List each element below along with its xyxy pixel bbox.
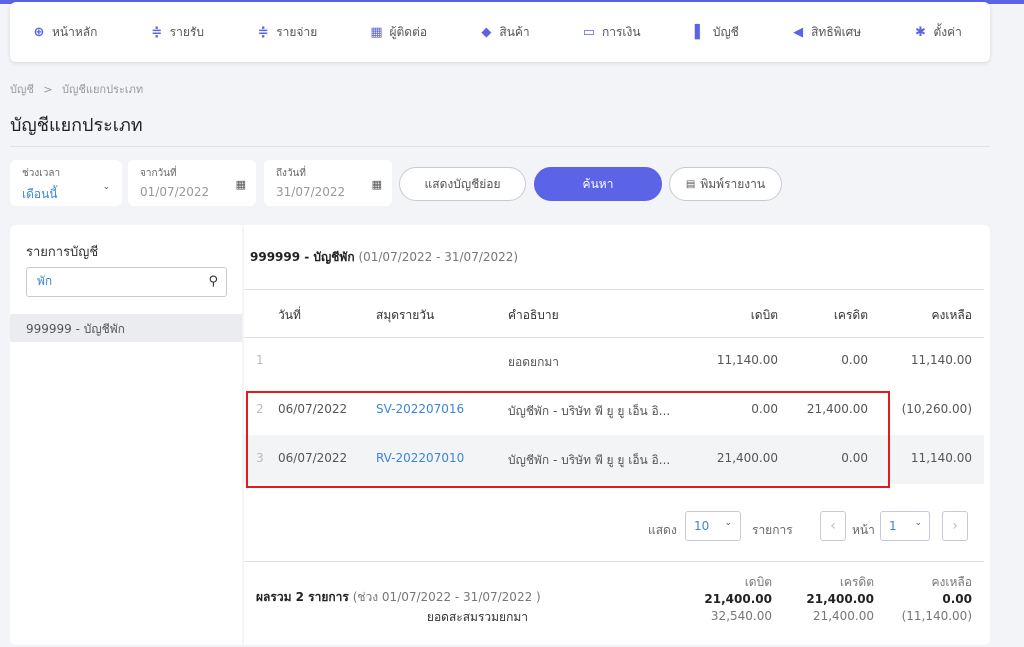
page-size-label: แสดง — [648, 523, 677, 537]
row-balance: 11,140.00 — [910, 451, 972, 465]
nav-home[interactable]: ⊕ หน้าหลัก — [32, 23, 98, 42]
summary-carry-label: ยอดสะสมรวมยกมา — [426, 610, 528, 624]
summary-debit-label: เดบิต — [744, 575, 772, 589]
to-date-label: ถึงวันที่ — [276, 168, 306, 179]
account-code-name: 999999 - บัญชีพัก — [250, 250, 355, 264]
account-list-title: รายการบัญชี — [26, 245, 99, 260]
row-number: 1 — [256, 353, 264, 367]
nav-finance[interactable]: ▭ การเงิน — [582, 23, 641, 42]
finance-icon: ▭ — [582, 24, 596, 40]
col-description: คำอธิบาย — [508, 308, 559, 322]
summary-total-line: ผลรวม 2 รายการ (ช่วง 01/07/2022 - 31/07/… — [256, 588, 541, 607]
search-button[interactable]: ค้นหา — [534, 167, 662, 201]
from-date-label: จากวันที่ — [140, 168, 177, 179]
period-value: เดือนนี้ — [22, 187, 58, 201]
calendar-icon[interactable]: ▦ — [372, 178, 382, 191]
next-page-button[interactable]: › — [942, 511, 968, 541]
to-date-value: 31/07/2022 — [276, 185, 346, 199]
row-credit: 0.00 — [841, 353, 868, 367]
col-journal: สมุดรายวัน — [376, 308, 435, 322]
summary-balance-col: คงเหลือ 0.00 (11,140.00) — [902, 574, 972, 625]
privilege-icon: ◀ — [793, 24, 804, 40]
nav-contacts[interactable]: ▦ ผู้ติดต่อ — [369, 23, 427, 42]
period-label: ช่วงเวลา — [22, 168, 61, 179]
summary-credit-label: เครดิต — [839, 575, 874, 589]
from-date-field[interactable]: จากวันที่ 01/07/2022 ▦ — [128, 160, 256, 206]
nav-expense[interactable]: ≑ รายจ่าย — [256, 23, 317, 42]
prev-page-button[interactable]: ‹ — [820, 511, 846, 541]
nav-accounting[interactable]: ▌ บัญชี — [693, 23, 739, 42]
income-icon: ≑ — [151, 24, 163, 40]
row-balance: 11,140.00 — [910, 353, 972, 367]
main-nav: ⊕ หน้าหลัก ≑ รายรับ ≑ รายจ่าย ▦ ผู้ติดต่อ ◆ ส… — [10, 2, 990, 62]
summary-balance-label: คงเหลือ — [931, 575, 972, 589]
summary-balance-carry: (11,140.00) — [901, 609, 972, 623]
chevron-down-icon: ⌄ — [724, 518, 732, 528]
breadcrumb-root[interactable]: บัญชี — [10, 83, 34, 96]
title-divider — [10, 146, 990, 147]
summary-debit-total: 21,400.00 — [704, 592, 772, 606]
calendar-icon[interactable]: ▦ — [236, 178, 246, 191]
table-header: วันที่ สมุดรายวัน คำอธิบาย เดบิต เครดิต … — [244, 289, 984, 338]
show-sub-accounts-button[interactable]: แสดงบัญชีย่อย — [399, 167, 526, 201]
accounting-icon: ▌ — [694, 24, 705, 40]
summary-section: ผลรวม 2 รายการ (ช่วง 01/07/2022 - 31/07/… — [244, 561, 984, 645]
summary-credit-carry: 21,400.00 — [812, 609, 874, 623]
page-title: บัญชีแยกประเภท — [10, 115, 143, 136]
account-list-panel: รายการบัญชี ⚲ 999999 - บัญชีพัก — [10, 225, 242, 645]
items-label: รายการ — [752, 523, 793, 537]
summary-debit-carry: 32,540.00 — [710, 609, 772, 623]
ledger-panel: 999999 - บัญชีพัก (01/07/2022 - 31/07/20… — [244, 225, 990, 645]
nav-product[interactable]: ◆ สินค้า — [479, 23, 529, 42]
page-size-select[interactable]: 10 ⌄ — [685, 511, 741, 541]
table-row: 1 ยอดยกมา 11,140.00 0.00 11,140.00 — [244, 337, 984, 386]
chevron-down-icon: ⌄ — [102, 182, 110, 192]
home-icon: ⊕ — [33, 24, 45, 40]
chevron-down-icon: ⌄ — [914, 518, 922, 528]
summary-range: (ช่วง 01/07/2022 - 31/07/2022 ) — [352, 590, 541, 604]
breadcrumb-current: บัญชีแยกประเภท — [62, 83, 144, 96]
account-search-input[interactable] — [37, 274, 197, 288]
summary-credit-total: 21,400.00 — [806, 592, 874, 606]
account-heading: 999999 - บัญชีพัก (01/07/2022 - 31/07/20… — [250, 248, 518, 267]
period-select[interactable]: ช่วงเวลา เดือนนี้ ⌄ — [10, 160, 122, 206]
col-credit: เครดิต — [833, 308, 868, 322]
nav-privilege[interactable]: ◀ สิทธิพิเศษ — [791, 23, 861, 42]
contacts-icon: ▦ — [370, 24, 383, 40]
page-size-value: 10 — [694, 519, 710, 533]
breadcrumb-separator: > — [43, 83, 53, 96]
highlight-box — [246, 391, 890, 488]
account-date-range: (01/07/2022 - 31/07/2022) — [358, 250, 519, 264]
print-report-button[interactable]: ▤ พิมพ์รายงาน — [669, 167, 782, 201]
summary-credit-col: เครดิต 21,400.00 21,400.00 — [806, 574, 874, 625]
account-list-item[interactable]: 999999 - บัญชีพัก — [10, 314, 242, 342]
col-date: วันที่ — [278, 308, 301, 322]
settings-icon: ✱ — [915, 24, 926, 40]
printer-icon: ▤ — [685, 178, 696, 190]
to-date-field[interactable]: ถึงวันที่ 31/07/2022 ▦ — [264, 160, 392, 206]
row-balance: (10,260.00) — [901, 402, 972, 416]
page-select[interactable]: 1 ⌄ — [880, 511, 930, 541]
print-report-label: พิมพ์รายงาน — [700, 176, 766, 191]
row-debit: 11,140.00 — [716, 353, 778, 367]
page-label: หน้า — [852, 523, 875, 537]
page-value: 1 — [889, 519, 897, 533]
col-debit: เดบิต — [750, 308, 778, 322]
product-icon: ◆ — [481, 24, 492, 40]
row-description: ยอดยกมา — [508, 355, 559, 369]
pagination: แสดง 10 ⌄ รายการ ‹ หน้า 1 ⌄ › — [244, 511, 984, 543]
breadcrumb: บัญชี > บัญชีแยกประเภท — [10, 80, 149, 98]
summary-debit-col: เดบิต 21,400.00 32,540.00 — [704, 574, 772, 625]
from-date-value: 01/07/2022 — [140, 185, 210, 199]
account-search-box: ⚲ — [26, 267, 227, 297]
col-balance: คงเหลือ — [931, 308, 972, 322]
summary-balance-total: 0.00 — [942, 592, 972, 606]
search-icon[interactable]: ⚲ — [208, 274, 218, 289]
expense-icon: ≑ — [257, 24, 269, 40]
nav-income[interactable]: ≑ รายรับ — [150, 23, 204, 42]
nav-settings[interactable]: ✱ ตั้งค่า — [913, 23, 962, 42]
summary-total-label: ผลรวม 2 รายการ — [256, 590, 349, 604]
